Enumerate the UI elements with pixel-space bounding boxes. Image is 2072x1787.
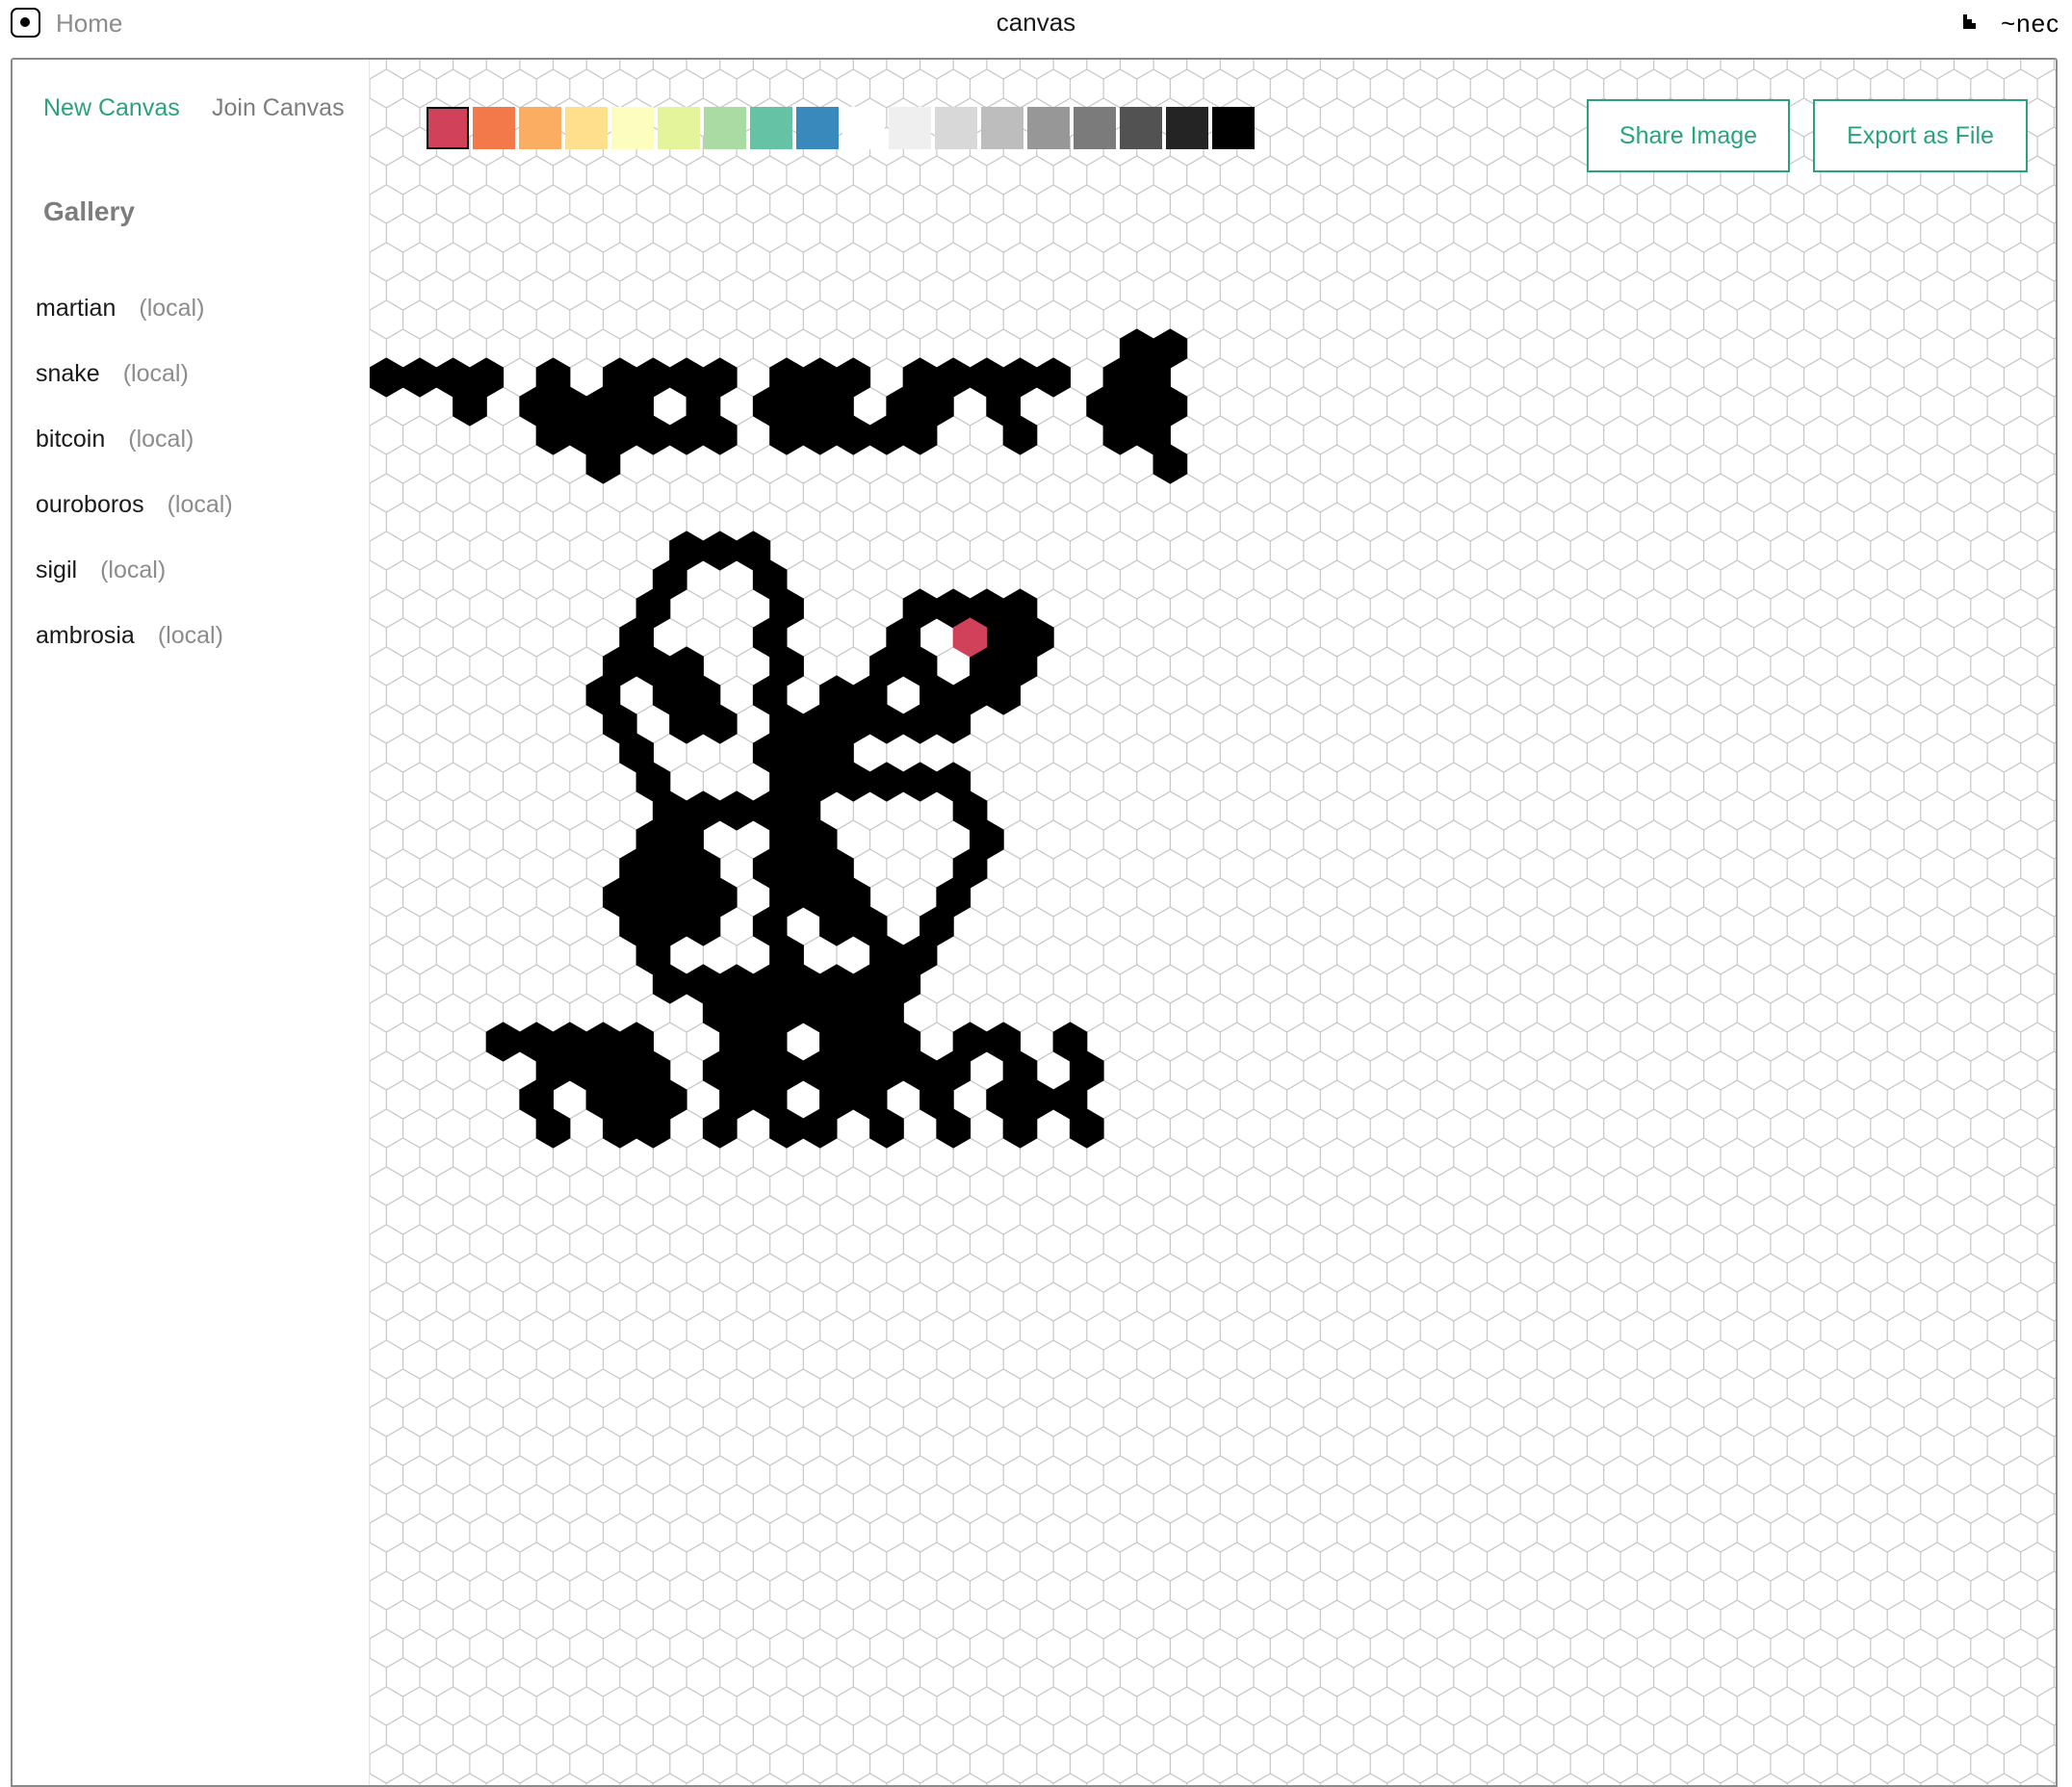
painted-cell — [719, 790, 754, 831]
painted-cell — [402, 357, 437, 398]
gallery-item-ambrosia[interactable]: ambrosia (local) — [36, 622, 233, 687]
painted-cell — [1036, 357, 1071, 398]
painted-cell — [370, 357, 404, 398]
export-file-button[interactable]: Export as File — [1813, 99, 2028, 172]
color-swatch[interactable] — [519, 107, 561, 149]
color-swatch[interactable] — [889, 107, 931, 149]
color-swatch[interactable] — [473, 107, 515, 149]
sidebar: New Canvas Join Canvas Gallery martian (l… — [13, 60, 370, 1785]
color-swatch[interactable] — [935, 107, 977, 149]
gallery-item-name: ouroboros — [36, 491, 144, 518]
gallery-item-snake[interactable]: snake (local) — [36, 360, 233, 426]
gallery-item-tag: (local) — [139, 295, 205, 322]
color-swatch[interactable] — [1027, 107, 1070, 149]
gallery-item-name: bitcoin — [36, 426, 106, 453]
gallery-item-tag: (local) — [128, 426, 194, 453]
top-bar: Home canvas ~nec — [0, 0, 2072, 58]
color-swatch[interactable] — [842, 107, 885, 149]
gallery-item-name: martian — [36, 295, 117, 322]
painted-cell — [902, 762, 938, 802]
gallery-item-martian[interactable]: martian (local) — [36, 295, 233, 360]
gallery-item-tag: (local) — [167, 491, 233, 518]
share-image-button[interactable]: Share Image — [1587, 99, 1790, 172]
color-swatch[interactable] — [704, 107, 746, 149]
join-canvas-link[interactable]: Join Canvas — [212, 94, 345, 122]
gallery-item-tag: (local) — [157, 622, 223, 649]
gallery-list: martian (local) snake (local) bitcoin (loca… — [36, 295, 233, 687]
gallery-item-tag: (local) — [122, 360, 189, 387]
gallery-item-name: ambrosia — [36, 622, 135, 649]
color-swatch[interactable] — [1074, 107, 1116, 149]
painted-cell — [869, 762, 904, 802]
app-window: New Canvas Join Canvas Gallery martian (l… — [11, 58, 2058, 1787]
color-swatch[interactable] — [565, 107, 608, 149]
ship-name: ~nec — [2001, 9, 2060, 38]
gallery-item-name: sigil — [36, 557, 78, 583]
gallery-item-tag: (local) — [100, 557, 167, 583]
color-swatch[interactable] — [1120, 107, 1162, 149]
color-swatch[interactable] — [611, 107, 654, 149]
new-canvas-link[interactable]: New Canvas — [43, 94, 180, 122]
gallery-item-bitcoin[interactable]: bitcoin (local) — [36, 426, 233, 491]
color-swatch[interactable] — [981, 107, 1023, 149]
color-swatch[interactable] — [796, 107, 839, 149]
gallery-item-name: snake — [36, 360, 100, 387]
color-swatch[interactable] — [1166, 107, 1208, 149]
painted-cell — [485, 1022, 521, 1062]
hex-grid[interactable] — [370, 60, 2056, 1787]
color-swatch[interactable] — [750, 107, 792, 149]
hex-canvas[interactable]: Share Image Export as File — [370, 60, 2056, 1787]
color-swatch[interactable] — [1212, 107, 1255, 149]
window-title: canvas — [996, 8, 1076, 37]
gallery-title: Gallery — [43, 196, 135, 226]
gallery-item-sigil[interactable]: sigil (local) — [36, 557, 233, 622]
color-swatch[interactable] — [427, 107, 469, 149]
painted-cell — [702, 531, 738, 571]
gallery-item-ouroboros[interactable]: ouroboros (local) — [36, 491, 233, 557]
color-swatch[interactable] — [658, 107, 700, 149]
ship-sigil-icon — [1963, 14, 1976, 29]
